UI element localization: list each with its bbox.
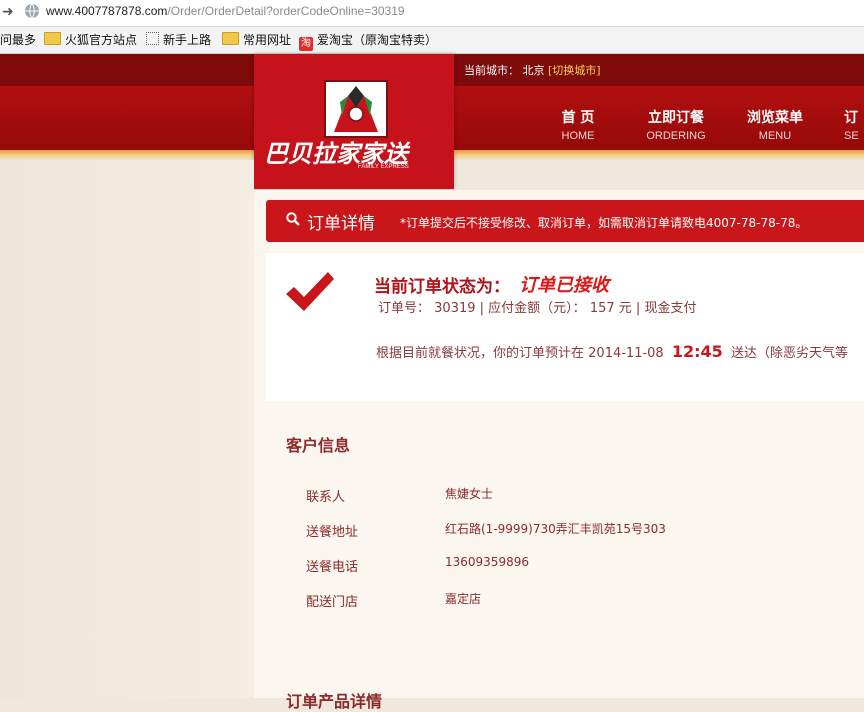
order-products-title: 订单产品详情 — [286, 692, 383, 711]
phone-value: 13609359896 — [445, 555, 529, 569]
bookmark-item[interactable]: 问最多 — [0, 32, 36, 48]
search-icon — [286, 212, 300, 226]
folder-icon — [222, 32, 239, 45]
chef-logo-icon — [324, 80, 388, 138]
order-detail-title: 订单详情 — [307, 214, 375, 234]
address-value: 红石路(1-9999)730弄汇丰凯苑15号303 — [445, 522, 666, 536]
payment-method: 现金支付 — [644, 301, 697, 316]
back-arrow-icon[interactable]: ➜ — [2, 2, 16, 22]
site-logo[interactable]: 巴贝拉家家送 FAMILY EXPRESS — [254, 54, 454, 189]
bookmark-item[interactable]: 火狐官方站点 — [44, 32, 137, 48]
city-selector: 当前城市： 北京 [切换城市] — [464, 64, 601, 77]
order-number: 30319 — [434, 301, 476, 316]
bookmark-item[interactable]: 淘爱淘宝（原淘宝特卖） — [299, 32, 437, 51]
nav-home[interactable]: 首 页 HOME — [550, 107, 606, 142]
taobao-icon: 淘 — [299, 37, 313, 51]
switch-city-link[interactable]: [切换城市] — [548, 64, 601, 77]
nav-ordering[interactable]: 立即订餐 ORDERING — [638, 107, 714, 142]
nav-service[interactable]: 订 SE — [844, 107, 864, 142]
contact-value: 焦婕女士 — [445, 487, 494, 501]
contact-label: 联系人 — [306, 490, 346, 505]
nav-menu[interactable]: 浏览菜单 MENU — [740, 107, 810, 142]
customer-info-title: 客户信息 — [286, 436, 351, 455]
phone-label: 送餐电话 — [306, 560, 359, 575]
folder-icon — [44, 32, 61, 45]
order-summary: 订单号： 30319 | 应付金额（元）： 157 元 | 现金支付 — [378, 301, 697, 316]
eta-time: 12:45 — [671, 342, 723, 361]
bookmark-item[interactable]: 常用网址 — [222, 32, 291, 48]
url-text[interactable]: www.4007787878.com/Order/OrderDetail?ord… — [46, 4, 405, 18]
bookmarks-bar: 问最多 火狐官方站点 新手上路 常用网址 淘爱淘宝（原淘宝特卖） — [0, 27, 864, 54]
logo-subtitle: FAMILY EXPRESS — [358, 164, 409, 170]
status-label: 当前订单状态为： — [374, 277, 510, 297]
current-city: 北京 — [522, 64, 545, 77]
page-icon — [146, 32, 159, 45]
bookmark-item[interactable]: 新手上路 — [146, 32, 211, 48]
status-value: 订单已接收 — [519, 275, 609, 296]
globe-icon — [25, 3, 39, 19]
order-notice: *订单提交后不接受修改、取消订单，如需取消订单请致电4007-78-78-78。 — [400, 216, 808, 230]
store-value: 嘉定店 — [445, 592, 482, 606]
store-label: 配送门店 — [306, 595, 359, 610]
left-background — [0, 160, 254, 698]
order-amount: 157 元 — [589, 301, 632, 316]
address-label: 送餐地址 — [306, 525, 359, 540]
eta-line: 根据目前就餐状况，你的订单预计在 2014-11-08 12:45 送达（除恶劣… — [376, 342, 848, 361]
eta-date: 2014-11-08 — [588, 346, 664, 361]
checkmark-icon — [286, 272, 334, 311]
